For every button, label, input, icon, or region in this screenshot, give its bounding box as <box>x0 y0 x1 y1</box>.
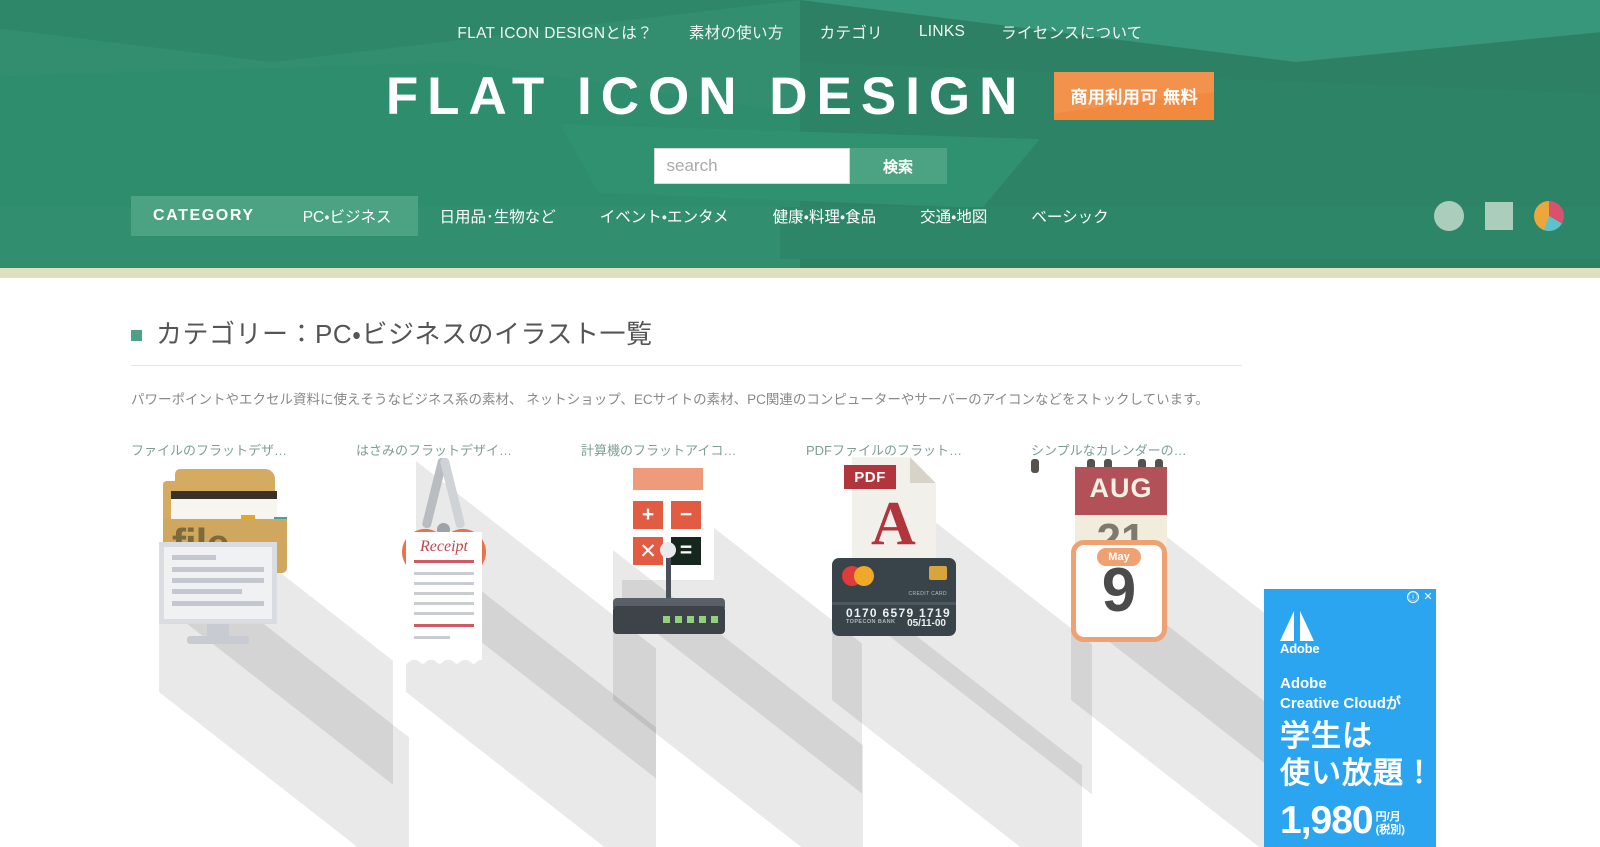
category-item-daily-goods[interactable]: 日用品･生物など <box>418 205 578 227</box>
top-navigation: FLAT ICON DESIGNとは？ 素材の使い方 カテゴリ LINKS ライ… <box>0 0 1600 58</box>
category-item-health-food[interactable]: 健康・料理・食品 <box>751 205 899 227</box>
thumbnail-item: PDF A PDFファイルのフラット… <box>806 431 1092 795</box>
search-button[interactable]: 検索 <box>849 148 947 184</box>
thumbnail-caption[interactable]: はさみのフラットデザイ… <box>356 431 530 459</box>
thumbnail-item: + − ✕ = 計算機のフラットアイコ… <box>581 431 862 794</box>
category-bar: CATEGORY PC・ビジネス 日用品･生物など イベント・エンタメ 健康・料… <box>0 190 1600 242</box>
logo-row: FLAT ICON DESIGN 商用利用可 無料 <box>0 58 1600 134</box>
thumbnail-item: はさみのフラットデザイ… <box>356 431 656 779</box>
thumbnail-item: AUG 21 シンプルなカレンダーの… <box>1031 431 1315 803</box>
page-title: カテゴリー：PC・ビジネスのイラスト一覧 <box>156 319 653 349</box>
site-logo[interactable]: FLAT ICON DESIGN <box>386 70 1027 123</box>
page-body: カテゴリー：PC・ビジネスのイラスト一覧 パワーポイントやエクセル資料に使えそう… <box>0 278 1600 847</box>
top-nav-item-about[interactable]: FLAT ICON DESIGNとは？ <box>457 21 652 43</box>
ad-big-line2: 使い放題！ <box>1280 756 1435 790</box>
category-item-event[interactable]: イベント・エンタメ <box>578 205 751 227</box>
free-commercial-badge: 商用利用可 無料 <box>1054 72 1215 120</box>
thumbnail-caption[interactable] <box>356 510 530 519</box>
title-bullet-icon <box>131 330 142 341</box>
thumbnail-grid: file ファイルのフラットデザ… はさみのフラットデザイ… <box>131 411 1321 847</box>
ad-big-copy: 学生は 使い放題！ <box>1280 719 1436 792</box>
square-shape-filter-icon[interactable] <box>1485 202 1513 230</box>
ad-price-unit-line1: 円/月 <box>1375 810 1401 823</box>
ad-price-amount: 1,980 <box>1280 799 1374 843</box>
site-header: FLAT ICON DESIGNとは？ 素材の使い方 カテゴリ LINKS ライ… <box>0 0 1600 268</box>
ad-price-unit: 円/月 (税別) <box>1376 811 1405 839</box>
ad-controls: ⓘ ✕ <box>1407 591 1434 603</box>
thumbnail-caption[interactable]: PDFファイルのフラット… <box>806 431 980 459</box>
ad-headline: Adobe Creative Cloudが <box>1280 674 1436 713</box>
top-nav-item-category[interactable]: カテゴリ <box>820 21 883 43</box>
category-bar-label: CATEGORY <box>131 196 277 236</box>
page-title-row: カテゴリー：PC・ビジネスのイラスト一覧 <box>131 278 1242 366</box>
search-row: 検索 <box>0 134 1600 190</box>
ad-headline-line1: Adobe <box>1280 675 1327 692</box>
thumbnail-caption[interactable]: ファイルのフラットデザ… <box>131 431 305 459</box>
category-item-transport[interactable]: 交通・地図 <box>898 205 1009 227</box>
top-nav-item-howto[interactable]: 素材の使い方 <box>689 21 784 43</box>
circle-shape-filter-icon[interactable] <box>1434 201 1464 231</box>
color-wheel-filter-icon[interactable] <box>1534 201 1564 231</box>
ad-info-icon[interactable]: ⓘ <box>1407 591 1419 603</box>
ad-close-icon[interactable]: ✕ <box>1422 591 1434 603</box>
adobe-logo-icon <box>1280 611 1314 641</box>
ad-headline-line2: Creative Cloudが <box>1280 694 1401 712</box>
shape-filter-group <box>1434 201 1570 231</box>
search-input[interactable] <box>653 148 850 184</box>
thumbnail-item: Receipt <box>356 510 656 847</box>
top-nav-item-links[interactable]: LINKS <box>919 23 965 41</box>
header-bottom-strip <box>0 268 1600 278</box>
ad-price-row: 1,980 円/月 (税別) <box>1280 799 1436 843</box>
top-nav-item-license[interactable]: ライセンスについて <box>1001 21 1142 43</box>
ad-price-unit-line2: (税別) <box>1375 823 1405 836</box>
advertisement-banner[interactable]: ⓘ ✕ Adobe Adobe Creative Cloudが 学生は 使い放題… <box>1264 589 1436 847</box>
adobe-brand-label: Adobe <box>1280 641 1320 656</box>
thumbnail-caption[interactable]: 計算機のフラットアイコ… <box>581 431 755 459</box>
ad-big-line1: 学生は <box>1280 720 1373 753</box>
category-item-basic[interactable]: ベーシック <box>1009 205 1130 227</box>
category-description: パワーポイントやエクセル資料に使えそうなビジネス系の素材、 ネットショップ、EC… <box>131 392 1209 407</box>
thumbnail-caption[interactable]: シンプルなカレンダーの… <box>1031 431 1205 459</box>
thumbnail-item: file ファイルのフラットデザ… <box>131 431 393 785</box>
category-item-pc-business[interactable]: PC・ビジネス <box>276 196 418 236</box>
main-content: カテゴリー：PC・ビジネスのイラスト一覧 パワーポイントやエクセル資料に使えそう… <box>131 278 1321 847</box>
